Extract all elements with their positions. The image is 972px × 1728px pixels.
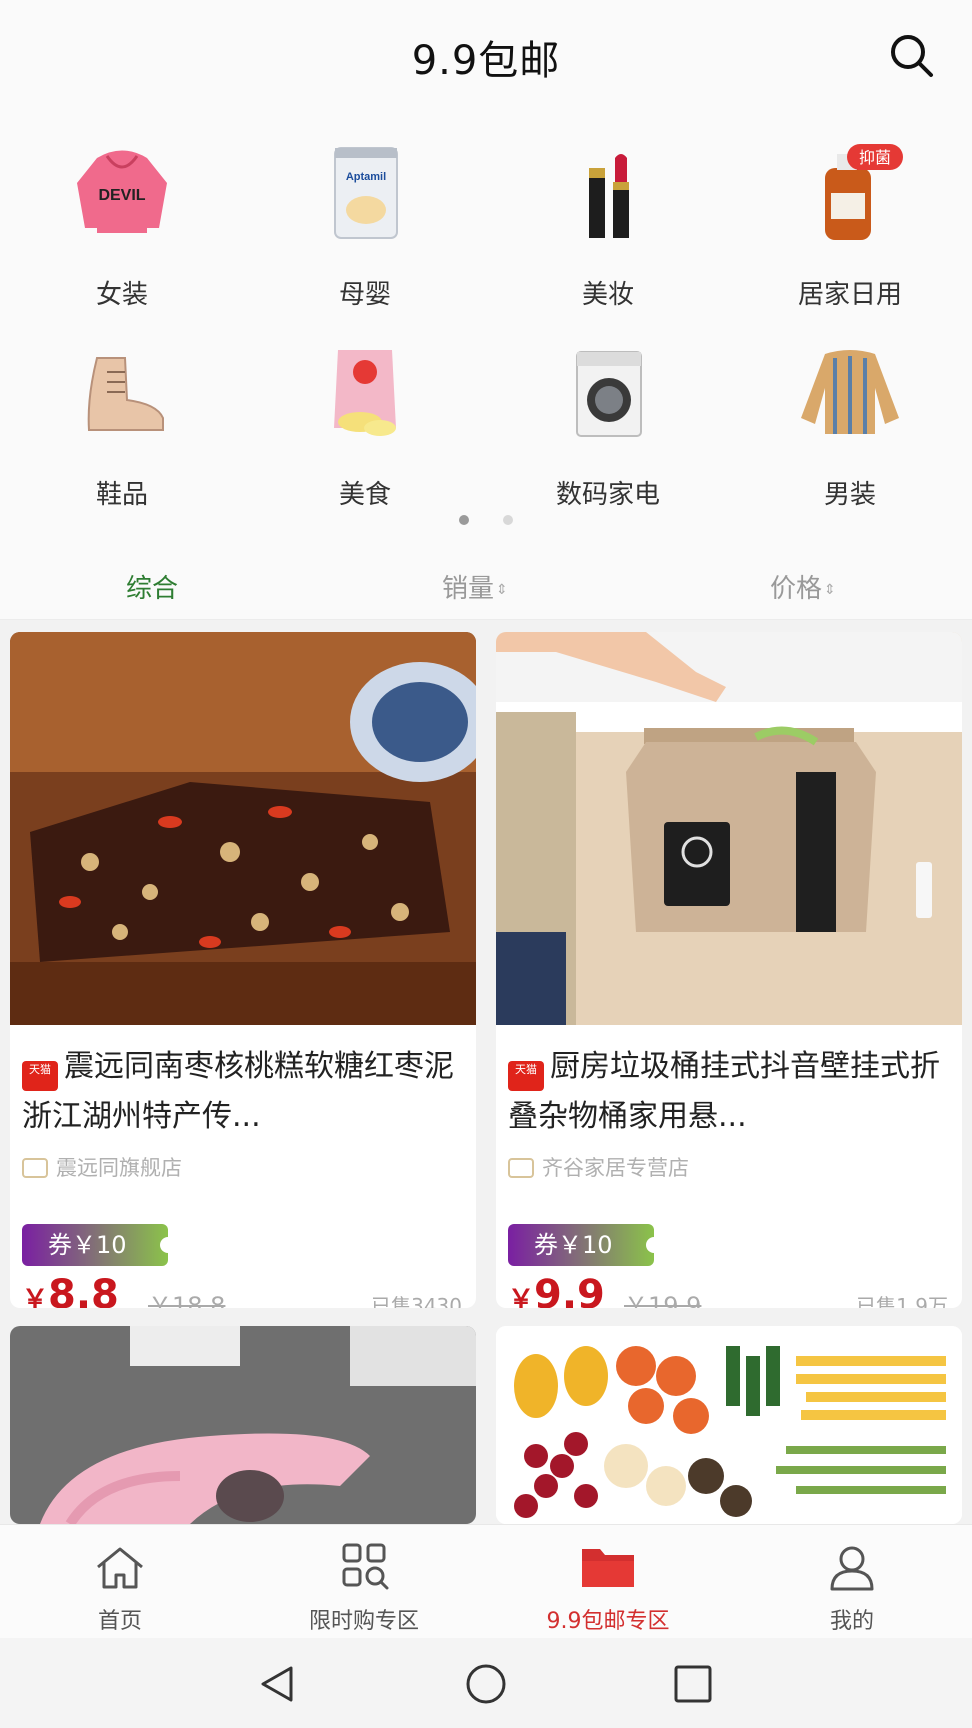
- shop-name-row: 齐谷家居专营店: [508, 1152, 689, 1182]
- coupon-badge: 券￥10: [508, 1224, 662, 1266]
- sort-tab-label: 价格: [770, 574, 823, 604]
- current-price: ￥9.9: [508, 1272, 605, 1308]
- grid-search-icon: [342, 1543, 389, 1590]
- disinfectant-bottle-icon: 抑菌: [825, 144, 903, 240]
- folder-icon: [582, 1549, 634, 1587]
- price-row: ￥8.8 ￥18.8 已售3430: [22, 1272, 462, 1308]
- product-title: 天猫 厨房垃圾桶挂式抖音壁挂式折叠杂物桶家用悬...: [508, 1042, 948, 1142]
- category-label: 男装: [823, 480, 876, 510]
- page-title: 9.9包邮: [411, 38, 561, 84]
- original-price: ￥18.8: [148, 1292, 226, 1308]
- nav-item-home[interactable]: 首页: [20, 1543, 220, 1635]
- search-icon[interactable]: [886, 30, 936, 80]
- bottom-nav: 首页 限时购专区 9.9包邮专区 我的: [0, 1524, 972, 1638]
- formula-can-icon: Aptamil: [334, 147, 398, 239]
- price-value: 8.8: [48, 1272, 119, 1308]
- price-row: ￥9.9 ￥19.9 已售1.9万: [508, 1272, 948, 1308]
- hoodie-icon: DEVIL: [77, 150, 167, 233]
- boot-icon: [87, 357, 164, 431]
- home-circle-icon[interactable]: [464, 1662, 508, 1706]
- back-icon[interactable]: [255, 1662, 299, 1706]
- snack-bag-icon: [334, 350, 396, 436]
- category-badge: 抑菌: [859, 148, 891, 167]
- shop-name: 震远同旗舰店: [56, 1156, 182, 1180]
- sort-tab-overall[interactable]: 综合: [126, 568, 178, 605]
- nav-label: 限时购专区: [308, 1609, 419, 1634]
- current-price: ￥8.8: [22, 1272, 119, 1308]
- category-grid: DEVIL 女装 Aptamil 母婴 美妆 抑菌 居家日用 鞋品 美食 数码家…: [0, 110, 972, 540]
- svg-text:DEVIL: DEVIL: [98, 187, 145, 204]
- product-name: 震远同南枣核桃糕软糖红枣泥浙江湖州特产传...: [22, 1049, 454, 1134]
- shop-name: 齐谷家居专营店: [542, 1156, 689, 1180]
- category-label: 居家日用: [797, 280, 902, 310]
- coupon-badge: 券￥10: [22, 1224, 176, 1266]
- sold-count: 已售3430: [371, 1294, 462, 1308]
- shop-icon: [508, 1158, 534, 1178]
- currency-symbol: ￥: [508, 1285, 535, 1308]
- sort-tab-price[interactable]: 价格 ⇕: [770, 568, 836, 605]
- sort-bar: 综合 销量 ⇕ 价格 ⇕: [0, 540, 972, 620]
- shop-name-row: 震远同旗舰店: [22, 1152, 182, 1182]
- shop-icon: [22, 1158, 48, 1178]
- currency-symbol: ￥: [22, 1285, 49, 1308]
- lipstick-icon: [589, 154, 629, 238]
- nav-label: 9.9包邮专区: [546, 1609, 670, 1634]
- product-name: 厨房垃圾桶挂式抖音壁挂式折叠杂物桶家用悬...: [508, 1049, 940, 1134]
- sort-tab-label: 销量: [442, 574, 495, 604]
- nav-item-profile[interactable]: 我的: [752, 1543, 952, 1635]
- category-label: 鞋品: [95, 480, 148, 510]
- user-icon: [830, 1546, 874, 1591]
- category-digital[interactable]: 数码家电: [508, 338, 708, 518]
- product-card[interactable]: [496, 1326, 962, 1524]
- pager-dot[interactable]: [502, 515, 513, 525]
- price-value: 9.9: [534, 1272, 605, 1308]
- washing-machine-icon: [576, 351, 642, 437]
- product-image: [496, 632, 962, 1025]
- category-label: 美妆: [581, 280, 634, 310]
- category-label: 数码家电: [555, 480, 660, 510]
- nav-item-flash-sale[interactable]: 限时购专区: [264, 1543, 464, 1635]
- product-card[interactable]: [10, 1326, 476, 1524]
- product-card[interactable]: 天猫 厨房垃圾桶挂式抖音壁挂式折叠杂物桶家用悬... 齐谷家居专营店 券￥10 ￥…: [496, 632, 962, 1308]
- nav-label: 首页: [97, 1609, 142, 1634]
- category-beauty[interactable]: 美妆: [508, 138, 708, 318]
- tmall-badge-icon: 天猫: [508, 1061, 544, 1091]
- category-label: 母婴: [338, 280, 391, 310]
- nav-item-free-shipping[interactable]: 9.9包邮专区: [508, 1543, 708, 1635]
- product-title: 天猫 震远同南枣核桃糕软糖红枣泥浙江湖州特产传...: [22, 1042, 462, 1142]
- nav-label: 我的: [829, 1609, 874, 1634]
- pager-dot-active[interactable]: [459, 515, 470, 525]
- sort-arrows-icon: ⇕: [824, 581, 836, 598]
- original-price: ￥19.9: [624, 1292, 702, 1308]
- sold-count: 已售1.9万: [856, 1294, 948, 1308]
- product-image: [496, 1326, 962, 1524]
- category-women[interactable]: DEVIL 女装: [22, 138, 222, 318]
- product-image: [10, 632, 476, 1025]
- app-header: 9.9包邮: [0, 0, 972, 110]
- svg-text:Aptamil: Aptamil: [346, 171, 386, 183]
- sweater-icon: [801, 350, 899, 434]
- product-card[interactable]: 天猫 震远同南枣核桃糕软糖红枣泥浙江湖州特产传... 震远同旗舰店 券￥10 ￥8…: [10, 632, 476, 1308]
- tmall-badge-icon: 天猫: [22, 1061, 58, 1091]
- category-pager: [0, 510, 972, 529]
- recents-icon[interactable]: [671, 1662, 715, 1706]
- product-image: [10, 1326, 476, 1524]
- category-baby[interactable]: Aptamil 母婴: [265, 138, 465, 318]
- category-label: 美食: [338, 480, 391, 510]
- system-nav-bar: [0, 1638, 972, 1728]
- category-home[interactable]: 抑菌 居家日用: [750, 138, 950, 318]
- category-label: 女装: [95, 280, 148, 310]
- category-men[interactable]: 男装: [750, 338, 950, 518]
- sort-arrows-icon: ⇕: [496, 581, 508, 598]
- category-food[interactable]: 美食: [265, 338, 465, 518]
- home-icon: [97, 1547, 143, 1589]
- sort-tab-sales[interactable]: 销量 ⇕: [442, 568, 508, 605]
- category-shoes[interactable]: 鞋品: [22, 338, 222, 518]
